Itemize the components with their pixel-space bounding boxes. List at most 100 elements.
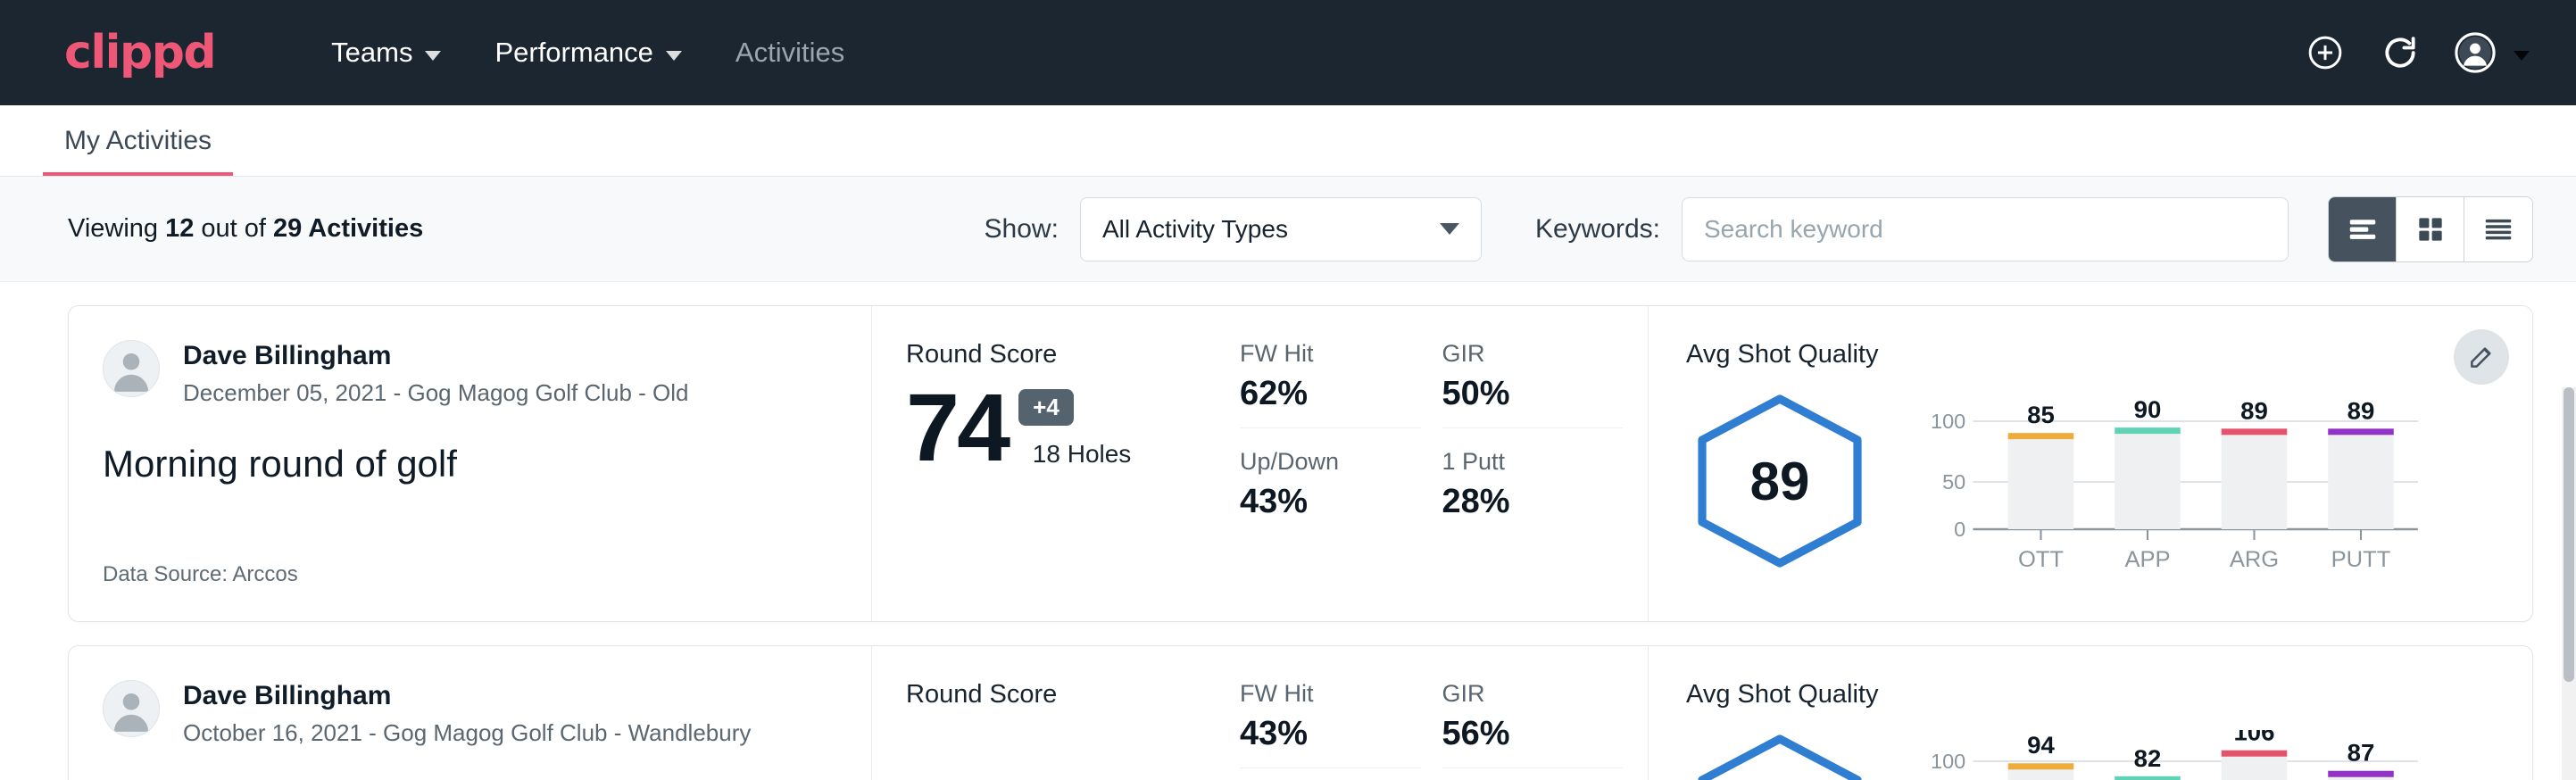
viewing-total: 29 Activities <box>273 214 423 243</box>
activity-meta: December 05, 2021 - Gog Magog Golf Club … <box>183 379 689 407</box>
nav-item-teams[interactable]: Teams <box>304 24 468 81</box>
bar-value-arg: 106 <box>2233 730 2274 746</box>
bar-app <box>2115 432 2181 529</box>
stat-one-putt: 1 Putt 28% <box>1442 448 1624 535</box>
round-score-column: Round Score 74 +4 18 Holes <box>872 306 1229 621</box>
round-score-label: Round Score <box>906 680 1229 709</box>
ytick-0: 0 <box>1954 518 1965 541</box>
avg-shot-quality-body: 89 100 50 0 <box>1686 375 2425 587</box>
activity-title: Morning round of golf <box>103 443 843 485</box>
avg-shot-quality-body: 100 50 0 948210687 OTTAPPARGPUTT <box>1686 715 2425 780</box>
activity-card[interactable]: Dave Billingham December 05, 2021 - Gog … <box>68 305 2533 622</box>
activity-type-select-value: All Activity Types <box>1102 215 1288 244</box>
nav-item-performance[interactable]: Performance <box>468 24 708 81</box>
avatar <box>103 680 160 737</box>
nav-item-activities[interactable]: Activities <box>709 24 871 81</box>
chart-xtick-labels-0: OTTAPPARGPUTT <box>2018 547 2390 572</box>
account-avatar-icon <box>2455 32 2496 73</box>
chart-ytick-labels: 100 50 0 <box>1931 750 1965 780</box>
ytick-50: 50 <box>1942 470 1965 494</box>
search-input[interactable] <box>1682 197 2289 261</box>
bar-ott <box>2008 437 2074 529</box>
bar-cap-ott <box>2008 763 2074 769</box>
chart-bars-0 <box>2008 427 2394 540</box>
nav-item-activities-label: Activities <box>735 37 844 69</box>
author-name: Dave Billingham <box>183 680 751 712</box>
filter-controls: Show: All Activity Types Keywords: <box>985 196 2533 262</box>
shot-quality-hexagon: 89 <box>1686 392 1874 570</box>
nav-actions <box>2305 32 2530 73</box>
bar-value-ott: 94 <box>2027 731 2056 759</box>
page-scrollbar[interactable] <box>2562 387 2576 780</box>
view-mode-list-button[interactable] <box>2329 197 2397 261</box>
activity-type-select[interactable]: All Activity Types <box>1080 197 1482 261</box>
scrollbar-thumb[interactable] <box>2564 387 2574 682</box>
chevron-down-icon <box>425 51 441 61</box>
avatar <box>103 340 160 397</box>
bar-arg <box>2222 754 2288 780</box>
bar-putt <box>2328 433 2394 529</box>
activity-data-source: Data Source: Arccos <box>103 562 843 587</box>
bar-arg <box>2222 433 2288 529</box>
bar-label-arg: ARG <box>2230 547 2279 572</box>
nav-item-teams-label: Teams <box>331 37 412 69</box>
stat-fw-hit-value: 62% <box>1240 375 1421 413</box>
round-score-column: Round Score <box>872 646 1229 780</box>
stat-fw-hit-value: 43% <box>1240 715 1421 753</box>
stat-one-putt-label: 1 Putt <box>1442 448 1624 476</box>
shot-quality-value: 89 <box>1686 451 1874 512</box>
add-circle-icon[interactable] <box>2305 32 2346 73</box>
activity-author: Dave Billingham October 16, 2021 - Gog M… <box>103 680 843 747</box>
stat-up-down-label: Up/Down <box>1240 448 1421 476</box>
activity-info-column: Dave Billingham October 16, 2021 - Gog M… <box>69 646 872 780</box>
activity-card-list: Dave Billingham December 05, 2021 - Gog … <box>0 282 2576 780</box>
bar-label-app: APP <box>2124 547 2170 572</box>
stat-gir-label: GIR <box>1442 340 1624 368</box>
bar-value-putt: 89 <box>2347 396 2375 424</box>
activity-info-column: Dave Billingham December 05, 2021 - Gog … <box>69 306 872 621</box>
viewing-prefix: Viewing <box>68 214 165 243</box>
refresh-icon[interactable] <box>2380 32 2421 73</box>
keywords-label: Keywords: <box>1535 214 1660 245</box>
show-label: Show: <box>985 214 1059 245</box>
activity-meta: October 16, 2021 - Gog Magog Golf Club -… <box>183 719 751 747</box>
activity-card[interactable]: Dave Billingham October 16, 2021 - Gog M… <box>68 645 2533 780</box>
bar-ott <box>2008 768 2074 780</box>
bar-cap-putt <box>2328 770 2394 776</box>
avg-shot-quality-label: Avg Shot Quality <box>1686 680 2425 709</box>
tab-bar: My Activities <box>0 105 2576 177</box>
stat-gir: GIR 56% <box>1442 680 1624 768</box>
round-score-label: Round Score <box>906 340 1229 369</box>
avg-shot-quality-column: Avg Shot Quality <box>1649 646 2532 780</box>
account-menu[interactable] <box>2455 32 2530 73</box>
chevron-down-icon <box>2514 51 2530 61</box>
holes-label: 18 Holes <box>1033 440 1132 469</box>
viewing-count: 12 <box>165 214 194 243</box>
bar-value-arg: 89 <box>2240 396 2268 424</box>
edit-activity-button[interactable] <box>2454 329 2509 385</box>
round-stats-grid: FW Hit 43% GIR 56% <box>1229 646 1649 780</box>
round-score-value-row: 74 +4 18 Holes <box>906 382 1229 474</box>
chart-value-labels-0: 85908989 <box>2027 395 2374 428</box>
ytick-100: 100 <box>1931 750 1965 773</box>
nav-item-performance-label: Performance <box>494 37 652 69</box>
stat-gir: GIR 50% <box>1442 340 1624 428</box>
view-mode-grid-button[interactable] <box>2397 197 2464 261</box>
view-mode-compact-button[interactable] <box>2464 197 2532 261</box>
app-logo[interactable]: clippd <box>64 26 215 79</box>
top-navigation-bar: clippd Teams Performance Activities <box>0 0 2576 105</box>
score-to-par-badge: +4 <box>1018 389 1074 426</box>
tab-my-activities[interactable]: My Activities <box>43 126 233 176</box>
shot-quality-hexagon <box>1686 732 1874 780</box>
bar-value-ott: 85 <box>2027 401 2055 428</box>
stat-gir-value: 50% <box>1442 375 1624 413</box>
stat-gir-label: GIR <box>1442 680 1624 708</box>
round-stats-grid: FW Hit 62% GIR 50% Up/Down 43% 1 Putt 28… <box>1229 306 1649 621</box>
bar-value-putt: 87 <box>2347 738 2375 766</box>
bar-cap-app <box>2115 776 2181 780</box>
activity-author: Dave Billingham December 05, 2021 - Gog … <box>103 340 843 407</box>
stat-fw-hit: FW Hit 43% <box>1240 680 1421 768</box>
viewing-summary: Viewing 12 out of 29 Activities <box>68 214 423 244</box>
bar-cap-putt <box>2328 428 2394 435</box>
stat-up-down-value: 43% <box>1240 483 1421 521</box>
